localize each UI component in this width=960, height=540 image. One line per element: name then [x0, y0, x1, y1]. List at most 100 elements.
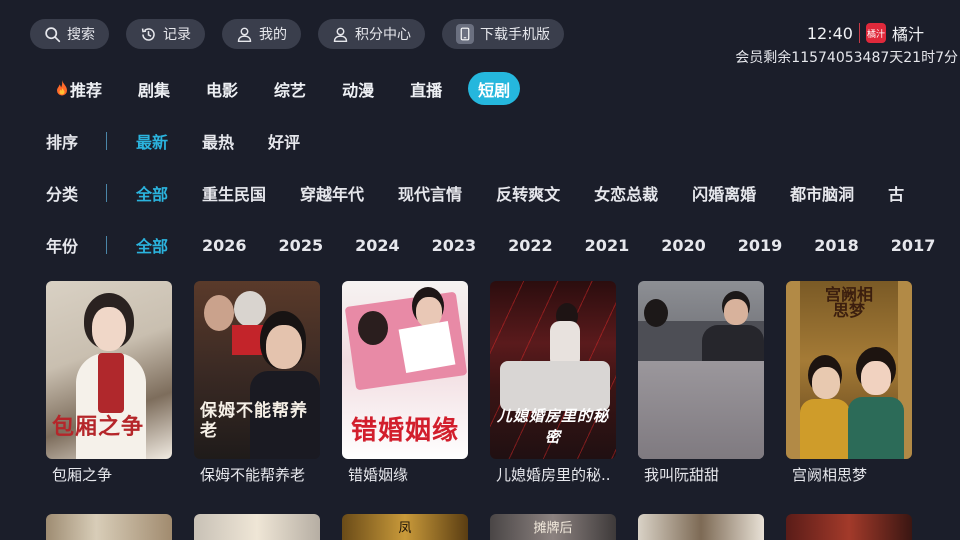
points-center-label: 积分中心 [355, 27, 411, 43]
category-label: 分类 [46, 185, 79, 204]
tab-label: 推荐 [70, 80, 103, 100]
poster-image: 错婚姻缘 [342, 281, 468, 459]
poster-title: 错婚姻缘 [350, 416, 459, 446]
filter-divider [106, 184, 107, 202]
search-button[interactable]: 搜索 [30, 19, 109, 49]
category-option[interactable]: 重生民国 [202, 181, 266, 205]
category-option[interactable]: 都市脑洞 [790, 181, 854, 205]
year-option[interactable]: 2020 [661, 236, 706, 255]
drama-card[interactable]: 包厢之争 包厢之争 [46, 281, 172, 485]
card-title: 包厢之争 [52, 466, 113, 484]
year-option[interactable]: 2023 [432, 236, 477, 255]
year-option[interactable]: 2022 [508, 236, 553, 255]
year-option[interactable]: 全部 [136, 233, 168, 257]
history-button[interactable]: 记录 [126, 19, 205, 49]
poster-title: 儿媳婚房里的秘密 [496, 407, 609, 446]
vip-remaining-text: 会员剩余11574053487天21时7分 [735, 50, 958, 66]
year-option[interactable]: 2026 [202, 236, 247, 255]
card-title: 宫阙相思梦 [792, 466, 868, 484]
category-option[interactable]: 现代言情 [398, 181, 462, 205]
poster-title: 宫阙相思梦 [824, 285, 873, 320]
sort-label: 排序 [46, 133, 79, 152]
tab-anime[interactable]: 动漫 [332, 72, 384, 105]
user-icon [237, 27, 252, 42]
year-option[interactable]: 2024 [355, 236, 400, 255]
category-option[interactable]: 反转爽文 [496, 181, 560, 205]
drama-card[interactable]: 摊牌后 [490, 514, 616, 540]
clock: 12:40 [806, 23, 853, 43]
top-toolbar: 搜索 记录 我的 积分中心 下载手机版 [30, 19, 564, 49]
drama-card[interactable]: 宫阙相思梦 宫阙相思梦 [786, 281, 912, 485]
poster-image: 凤 [342, 514, 468, 540]
category-option[interactable]: 古 [888, 181, 904, 205]
drama-card[interactable]: 我叫阮甜甜 [638, 281, 764, 485]
brand-name: 橘汁 [891, 25, 924, 44]
year-option[interactable]: 2021 [585, 236, 630, 255]
drama-card[interactable]: 凤 [342, 514, 468, 540]
phone-icon [456, 24, 474, 44]
brand-logo: 橘汁 [865, 23, 886, 43]
tab-variety[interactable]: 综艺 [264, 72, 316, 105]
sort-option-hottest[interactable]: 最热 [202, 129, 234, 153]
poster-image [46, 514, 172, 540]
drama-grid: 包厢之争 包厢之争 保姆不能帮养老 保姆不能帮养老 错婚姻缘 错婚姻缘 儿媳婚房… [46, 281, 912, 485]
points-user-icon [333, 27, 348, 42]
poster-title: 保姆不能帮养老 [200, 401, 308, 441]
year-label: 年份 [46, 237, 79, 256]
history-icon [141, 27, 155, 41]
mine-label: 我的 [259, 27, 287, 43]
card-title: 我叫阮甜甜 [644, 466, 720, 484]
poster-image: 保姆不能帮养老 [194, 281, 320, 459]
category-option[interactable]: 女恋总裁 [594, 181, 658, 205]
poster-image [194, 514, 320, 540]
tab-live[interactable]: 直播 [400, 72, 452, 105]
year-option[interactable]: 2025 [279, 236, 324, 255]
search-label: 搜索 [67, 27, 95, 43]
card-title: 错婚姻缘 [348, 466, 409, 484]
poster-title: 摊牌后 [533, 521, 573, 536]
poster-image: 包厢之争 [46, 281, 172, 459]
drama-card[interactable] [194, 514, 320, 540]
drama-card[interactable]: 错婚姻缘 错婚姻缘 [342, 281, 468, 485]
drama-card[interactable] [786, 514, 912, 540]
tab-movie[interactable]: 电影 [196, 72, 248, 105]
points-center-button[interactable]: 积分中心 [318, 19, 425, 49]
mine-button[interactable]: 我的 [222, 19, 301, 49]
status-row: 12:40 橘汁 橘汁 [735, 20, 960, 46]
poster-image [786, 514, 912, 540]
sort-filter-row: 排序 最新 最热 好评 [46, 129, 334, 153]
tab-recommend[interactable]: 推荐 [46, 72, 112, 105]
drama-card[interactable]: 保姆不能帮养老 保姆不能帮养老 [194, 281, 320, 485]
history-label: 记录 [163, 27, 191, 43]
tab-label: 动漫 [342, 80, 375, 100]
tab-label: 综艺 [274, 80, 307, 100]
drama-card[interactable] [638, 514, 764, 540]
drama-card[interactable]: 儿媳婚房里的秘密 儿媳婚房里的秘.. [490, 281, 616, 485]
category-option[interactable]: 闪婚离婚 [692, 181, 756, 205]
category-option[interactable]: 穿越年代 [300, 181, 364, 205]
drama-card[interactable] [46, 514, 172, 540]
search-icon [45, 26, 61, 42]
poster-image: 儿媳婚房里的秘密 [490, 281, 616, 459]
year-option[interactable]: 2018 [814, 236, 859, 255]
category-filter-row: 分类 全部 重生民国 穿越年代 现代言情 反转爽文 女恋总裁 闪婚离婚 都市脑洞… [46, 181, 938, 205]
sort-option-newest[interactable]: 最新 [136, 129, 168, 153]
download-app-button[interactable]: 下载手机版 [442, 19, 564, 49]
year-filter-row: 年份 全部 2026 2025 2024 2023 2022 2021 2020… [46, 233, 960, 257]
tab-label: 电影 [206, 80, 239, 100]
category-option[interactable]: 全部 [136, 181, 168, 205]
tab-series[interactable]: 剧集 [128, 72, 180, 105]
poster-title: 凤 [398, 521, 412, 536]
card-title: 保姆不能帮养老 [200, 466, 306, 484]
year-option[interactable]: 2017 [891, 236, 936, 255]
poster-image: 宫阙相思梦 [786, 281, 912, 459]
drama-grid-row-2: 凤 摊牌后 [46, 514, 912, 540]
tab-label: 直播 [410, 80, 443, 100]
card-title: 儿媳婚房里的秘.. [496, 466, 611, 484]
sort-option-top-rated[interactable]: 好评 [268, 129, 300, 153]
category-tabs: 推荐 剧集 电影 综艺 动漫 直播 短剧 [46, 72, 536, 105]
poster-image [638, 514, 764, 540]
tab-short-drama[interactable]: 短剧 [468, 72, 521, 105]
year-option[interactable]: 2019 [738, 236, 783, 255]
filter-divider [106, 236, 107, 254]
